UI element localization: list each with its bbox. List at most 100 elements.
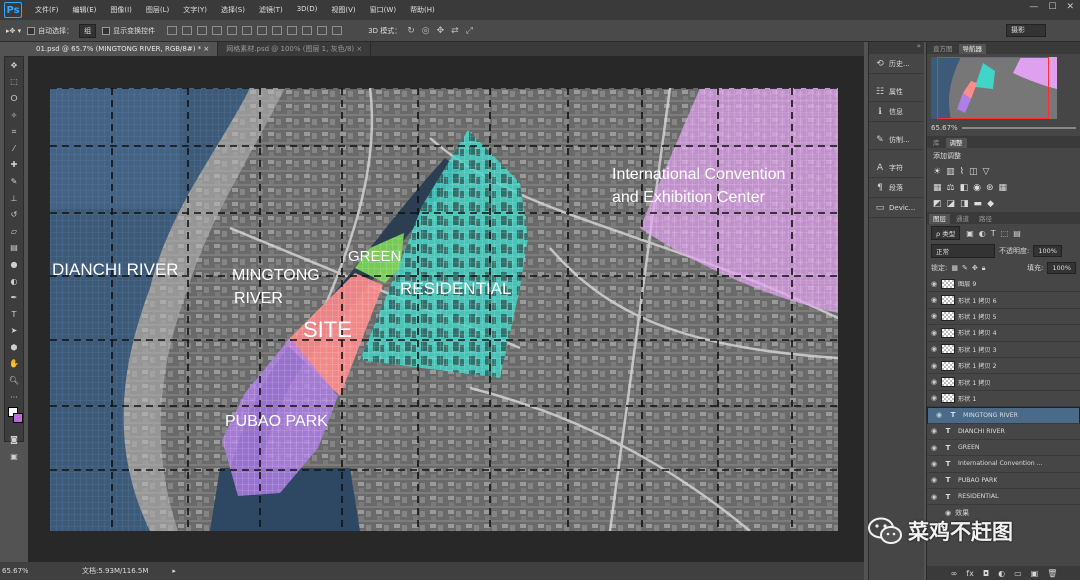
visibility-eye-icon[interactable]: ◉ [927, 493, 941, 501]
dock-item[interactable]: ⟲ 历史... [869, 54, 924, 74]
curves-icon[interactable]: ⌇ [960, 167, 964, 177]
menu-item[interactable]: 编辑(E) [66, 5, 104, 15]
status-arrow-icon[interactable]: ▸ [172, 567, 176, 575]
zoom-tool-icon[interactable]: 🔍︎ [5, 372, 23, 389]
exposure-icon[interactable]: ◫ [969, 167, 978, 177]
hand-tool-icon[interactable]: ✋ [5, 356, 23, 373]
move-tool-icon[interactable]: ✥ [5, 57, 23, 74]
3d-scale-icon[interactable]: ⤢ [466, 26, 473, 36]
3d-rotate-icon[interactable]: ↻ [407, 26, 415, 36]
visibility-eye-icon[interactable]: ◉ [927, 312, 941, 320]
history-brush-icon[interactable]: ↺ [5, 206, 23, 223]
tab-paths[interactable]: 路径 [975, 214, 996, 224]
visibility-eye-icon[interactable]: ◉ [927, 280, 941, 288]
visibility-eye-icon[interactable]: ◉ [932, 411, 946, 419]
gradient-map-icon[interactable]: ▬ [974, 199, 983, 209]
menu-item[interactable]: 文字(Y) [176, 5, 214, 15]
marquee-tool-icon[interactable]: ⬚ [5, 74, 23, 91]
layer-row[interactable]: ◉ T PUBAO PARK [927, 473, 1080, 490]
visibility-eye-icon[interactable]: ◉ [927, 362, 941, 370]
fill-input[interactable]: 100% [1047, 262, 1076, 274]
document-tab[interactable]: 网格素材.psd @ 100% (图层 1, 灰色/8) × [218, 42, 372, 56]
3d-slide-icon[interactable]: ⇄ [451, 26, 459, 36]
eraser-tool-icon[interactable]: ▱ [5, 223, 23, 240]
align-top-icon[interactable] [167, 26, 178, 35]
menu-item[interactable]: 图像(I) [103, 5, 139, 15]
site-map-canvas[interactable]: DIANCHI RIVER MINGTONG RIVER GREEN SITE … [50, 88, 838, 531]
pen-tool-icon[interactable]: ✒ [5, 289, 23, 306]
shape-tool-icon[interactable]: ⬢ [5, 339, 23, 356]
background-color[interactable] [13, 413, 23, 424]
zoom-status[interactable]: 65.67% [0, 562, 29, 580]
add-mask-icon[interactable]: ◘ [983, 569, 989, 578]
brush-tool-icon[interactable]: ✎ [5, 173, 23, 190]
dock-item[interactable]: ☷ 属性 [869, 82, 924, 102]
lock-all-icon[interactable]: 🔒︎ [982, 264, 986, 273]
selective-color-icon[interactable]: ◆ [987, 199, 994, 209]
navigator-view-box[interactable] [937, 57, 1049, 119]
align-hcenter-icon[interactable] [227, 26, 238, 35]
3d-roll-icon[interactable]: ◎ [422, 26, 430, 36]
menu-item[interactable]: 视图(V) [324, 5, 362, 15]
new-adjustment-icon[interactable]: ◐ [998, 569, 1005, 578]
bw-icon[interactable]: ◧ [960, 183, 969, 193]
visibility-eye-icon[interactable]: ◉ [927, 460, 941, 468]
menu-item[interactable]: 滤镜(T) [252, 5, 290, 15]
layer-row[interactable]: ◉ 图层 9 [927, 276, 1080, 293]
layer-row[interactable]: ◉ T GREEN [927, 440, 1080, 457]
document-tab[interactable]: 01.psd @ 65.7% (MINGTONG RIVER, RGB/8#) … [28, 42, 219, 56]
auto-select-target-dropdown[interactable]: 组 [79, 23, 97, 38]
visibility-eye-icon[interactable]: ◉ [927, 444, 941, 452]
gradient-tool-icon[interactable]: ▤ [5, 240, 23, 257]
screen-mode-icon[interactable]: ▣ [5, 448, 23, 465]
close-tab-icon[interactable]: × [354, 45, 362, 53]
move-tool-icon[interactable]: ▸✥ ▾ [6, 27, 21, 35]
navigator-zoom-slider[interactable] [961, 127, 1076, 129]
dock-item[interactable]: ℹ 信息 [869, 102, 924, 122]
hue-icon[interactable]: ▦ [933, 183, 942, 193]
visibility-eye-icon[interactable]: ◉ [927, 476, 941, 484]
close-tab-icon[interactable]: × [201, 45, 209, 53]
align-vcenter-icon[interactable] [182, 26, 193, 35]
close-icon[interactable]: ✕ [1066, 2, 1074, 12]
layer-row[interactable]: ◉ T RESIDENTIAL [927, 489, 1080, 506]
levels-icon[interactable]: ▥ [946, 167, 955, 177]
menu-item[interactable]: 窗口(W) [363, 5, 403, 15]
stamp-tool-icon[interactable]: ⊥ [5, 190, 23, 207]
filter-adjust-icon[interactable]: ◐ [979, 229, 986, 238]
dodge-tool-icon[interactable]: ◐ [5, 273, 23, 290]
tab-libraries[interactable]: 库 [929, 138, 944, 148]
quick-select-tool-icon[interactable]: ✧ [5, 107, 23, 124]
new-group-icon[interactable]: ▭ [1014, 569, 1022, 578]
navigator-thumbnail[interactable] [931, 57, 1057, 119]
layer-row[interactable]: ◉ T International Convention ... [927, 456, 1080, 473]
lasso-tool-icon[interactable]: ⵔ [5, 90, 23, 107]
healing-tool-icon[interactable]: ✚ [5, 157, 23, 174]
menu-item[interactable]: 3D(D) [290, 5, 325, 15]
menu-item[interactable]: 帮助(H) [403, 5, 442, 15]
color-swatches[interactable] [5, 405, 23, 431]
menu-item[interactable]: 文件(F) [28, 5, 66, 15]
color-lookup-icon[interactable]: ▦ [999, 183, 1008, 193]
layer-row[interactable]: ◉ 形状 1 拷贝 5 [927, 309, 1080, 326]
dock-item[interactable]: ¶ 段落 [869, 178, 924, 198]
dock-item[interactable]: ▭ Devic... [869, 198, 924, 218]
delete-layer-icon[interactable]: 🗑︎ [1047, 569, 1057, 578]
filter-pixel-icon[interactable]: ▣ [966, 229, 974, 238]
path-select-tool-icon[interactable]: ➤ [5, 323, 23, 340]
maximize-icon[interactable]: ☐ [1048, 2, 1056, 12]
brightness-icon[interactable]: ☀ [933, 167, 941, 177]
tab-channels[interactable]: 通道 [952, 214, 973, 224]
lock-image-icon[interactable]: ✎ [962, 264, 968, 273]
link-layers-icon[interactable]: ∞ [951, 569, 958, 578]
eyedropper-tool-icon[interactable]: ⁄ [5, 140, 23, 157]
layer-row[interactable]: ◉ 形状 1 拷贝 4 [927, 325, 1080, 342]
distribute-left-icon[interactable] [302, 26, 313, 35]
distribute-vcenter-icon[interactable] [272, 26, 283, 35]
align-right-icon[interactable] [242, 26, 253, 35]
align-left-icon[interactable] [212, 26, 223, 35]
tab-navigator[interactable]: 导航器 [958, 44, 986, 54]
fx-icon[interactable]: fx [966, 569, 974, 578]
dock-collapse-icon[interactable]: » [869, 42, 924, 54]
crop-tool-icon[interactable]: ⌗ [5, 123, 23, 140]
